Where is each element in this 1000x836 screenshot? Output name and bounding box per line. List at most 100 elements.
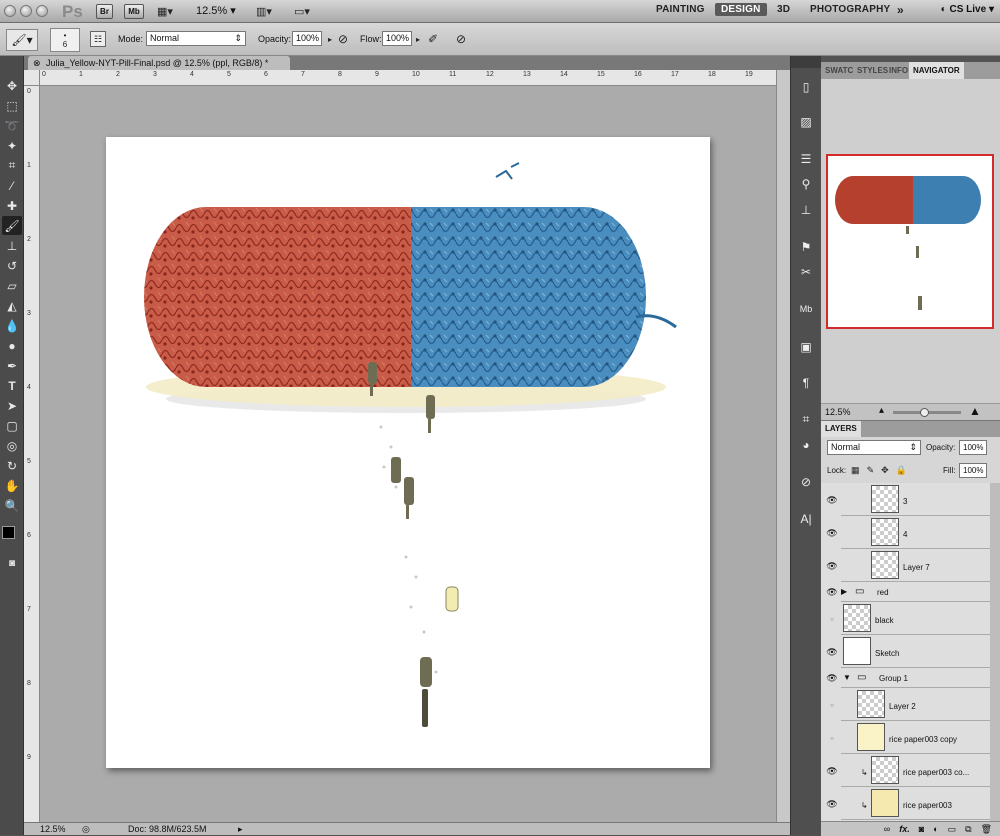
zoom-tool-icon[interactable]: 🔍 [2,496,22,515]
tab-info[interactable]: INFO [889,62,908,79]
brush-tool-icon[interactable]: 🖌 [2,216,22,235]
layer-row[interactable]: ▫ Layer 2 [830,688,990,721]
add-mask-icon[interactable]: ◙ [919,822,924,836]
lock-position-icon[interactable]: ✥ [881,465,889,476]
status-zoom[interactable]: 12.5% [40,823,66,835]
bridge-button[interactable]: Br [96,4,113,19]
clone-source-panel-icon[interactable]: ⊥ [795,199,817,221]
layers-scrollbar[interactable] [990,483,1000,821]
foreground-color-swatch[interactable] [2,526,15,539]
type-tool-icon[interactable]: T [2,376,22,395]
arrange-documents-icon[interactable]: ▥▾ [252,4,276,19]
histogram-panel-icon[interactable]: ▨ [795,111,817,133]
navigator-zoom-value[interactable]: 12.5% [825,407,851,417]
notes-panel-icon[interactable]: ⊘ [795,471,817,493]
lock-buttons[interactable]: ▦ ✎ ✥ 🔒 [851,464,907,476]
group-collapse-icon[interactable]: ▼ [843,673,851,682]
dodge-tool-icon[interactable]: ● [2,336,22,355]
lasso-tool-icon[interactable]: ➰ [2,116,22,135]
history-brush-tool-icon[interactable]: ↺ [2,256,22,275]
masks-panel-icon[interactable]: ▣ [795,336,817,358]
layer-group-row[interactable]: 👁 ▼ ▭ Group 1 [826,668,990,688]
layer-group-row[interactable]: 👁 ▶ ▭ red [826,582,990,602]
character-panel-icon[interactable]: A| [795,508,817,530]
blur-tool-icon[interactable]: 💧 [2,316,22,335]
layer-row[interactable]: 👁 ↳ rice paper003 [826,787,990,820]
zoom-slider-knob[interactable] [919,408,929,417]
layer-row[interactable]: 👁 Layer 7 [826,549,990,582]
eye-icon[interactable]: 👁 [826,587,838,597]
minimize-window-button[interactable] [20,5,32,17]
horizontal-ruler[interactable]: 0 1 2 3 4 5 6 7 8 9 10 11 12 13 14 15 16 17 18 19 [40,70,776,86]
new-group-icon[interactable]: ▭ [948,822,957,836]
eye-hidden-icon[interactable]: ▫ [826,733,838,743]
screen-mode-icon[interactable]: ▭▾ [290,4,314,19]
tab-layers[interactable]: LAYERS [821,421,861,437]
workspace-3d[interactable]: 3D [777,4,790,15]
lock-transparent-icon[interactable]: ▦ [851,465,860,476]
group-expand-icon[interactable]: ▶ [841,587,847,596]
3d-panel-icon[interactable]: ⌗ [795,408,817,430]
lock-image-icon[interactable]: ✎ [867,465,875,476]
paint-bucket-tool-icon[interactable]: ◭ [2,296,22,315]
layer-opacity-field[interactable]: 100% [959,440,987,455]
eye-icon[interactable]: 👁 [826,647,838,657]
adjustments-panel-icon[interactable]: ☰ [795,148,817,170]
eyedropper-tool-icon[interactable]: ⁄ [2,176,22,195]
3d-orbit-tool-icon[interactable]: ↻ [2,456,22,475]
canvas-area[interactable] [40,86,776,822]
close-tab-icon[interactable]: ⊗ [33,56,41,70]
quick-mask-icon[interactable]: ◙ [2,554,22,573]
healing-brush-tool-icon[interactable]: ✚ [2,196,22,215]
paragraph-panel-icon[interactable]: ¶ [795,372,817,394]
artboard[interactable] [106,137,710,768]
layer-fill-field[interactable]: 100% [959,463,987,478]
status-menu-arrow-icon[interactable]: ▸ [238,823,243,835]
tab-swatches[interactable]: SWATC [825,62,853,79]
materials-panel-icon[interactable]: ◕ [795,434,817,456]
layer-row[interactable]: 👁 4 [826,516,990,549]
airbrush-icon[interactable]: ✐ [424,30,442,48]
fx-button[interactable]: fx. [899,822,910,836]
path-selection-tool-icon[interactable]: ➤ [2,396,22,415]
eye-icon[interactable]: 👁 [826,673,838,683]
lock-all-icon[interactable]: 🔒 [896,465,907,476]
opacity-dropdown-icon[interactable]: ▸ [326,32,334,46]
zoom-window-button[interactable] [36,5,48,17]
trash-icon[interactable]: 🗑 [981,822,992,836]
crop-tool-icon[interactable]: ⌗ [2,156,22,175]
navigator-zoom-slider[interactable] [893,408,961,417]
pen-tool-icon[interactable]: ✒ [2,356,22,375]
brush-preset-picker[interactable]: • 6 [50,28,80,52]
canvas-vertical-scrollbar[interactable] [776,70,790,822]
blend-mode-select[interactable]: Normal ⇕ [827,440,921,455]
adjustment-layer-icon[interactable]: ◐ [933,822,938,836]
layer-row[interactable]: ▫ rice paper003 copy [830,721,990,754]
mini-bridge-panel-icon[interactable]: Mb [795,298,817,320]
3d-rotate-tool-icon[interactable]: ◎ [2,436,22,455]
zoom-in-icon[interactable]: ▲ [969,404,981,418]
new-layer-icon[interactable]: ⧉ [965,822,971,836]
workspace-photography[interactable]: PHOTOGRAPHY [810,4,890,15]
history-panel-icon[interactable]: ▯ [795,76,817,98]
tool-preset-picker[interactable]: 🖌▾ [6,29,38,51]
navigator-thumbnail[interactable] [826,154,994,329]
screen-layout-icon[interactable]: ▦▾ [153,4,177,19]
pressure-size-icon[interactable]: ⊘ [452,30,470,48]
shape-tool-icon[interactable]: ▢ [2,416,22,435]
clone-stamp-tool-icon[interactable]: ⊥ [2,236,22,255]
layer-row[interactable]: 👁 ↳ rice paper003 co... [826,754,990,787]
move-tool-icon[interactable]: ✥ [2,76,22,95]
ruler-origin[interactable] [24,70,40,86]
eye-icon[interactable]: 👁 [826,766,838,776]
pressure-opacity-icon[interactable]: ⊘ [334,30,352,48]
brush-panel-icon[interactable]: ☷ [90,31,106,47]
mini-bridge-button[interactable]: Mb [124,4,144,19]
brush-presets-panel-icon[interactable]: ⚲ [795,173,817,195]
eye-icon[interactable]: 👁 [826,799,838,809]
workspace-design[interactable]: DESIGN [715,3,767,16]
vertical-ruler[interactable]: 01234567890 [24,86,40,835]
tab-styles[interactable]: STYLES [857,62,888,79]
workspace-painting[interactable]: PAINTING [656,4,705,15]
layer-row[interactable]: ▫ black [830,602,990,635]
